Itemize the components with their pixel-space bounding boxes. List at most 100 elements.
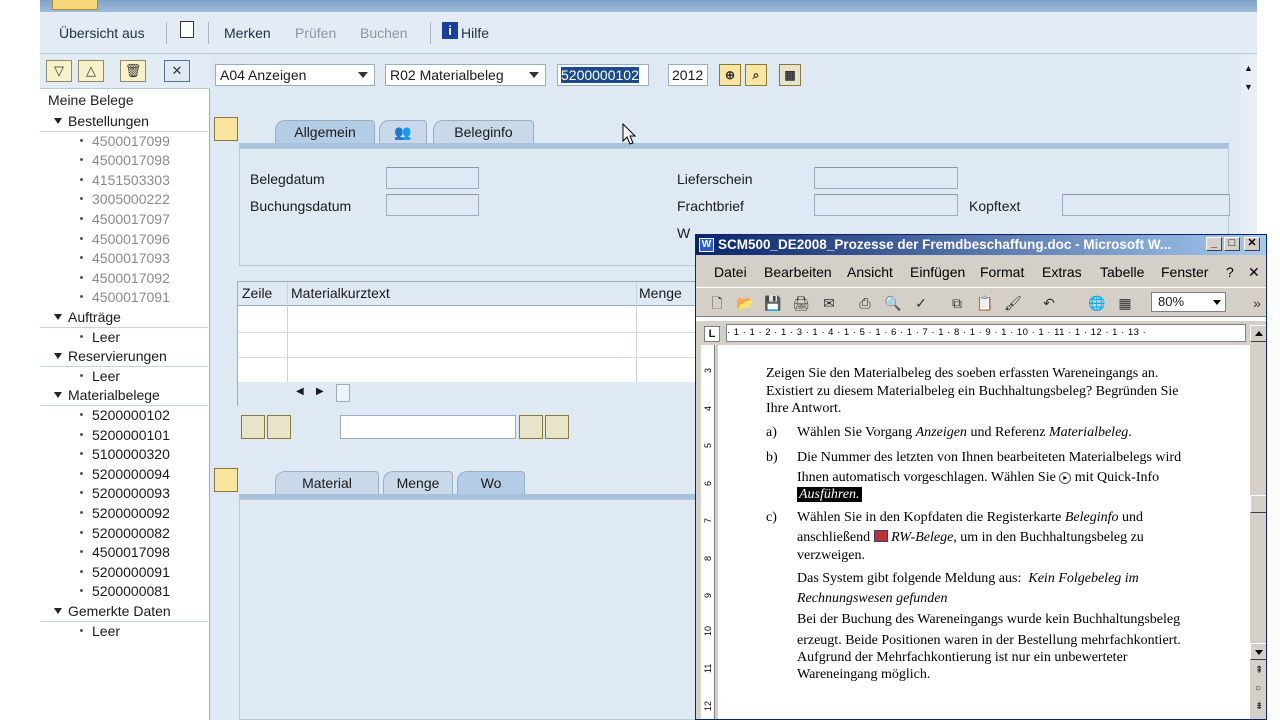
help-info-icon[interactable]: i [442, 22, 458, 39]
previous-page-icon[interactable]: ⇞ [1255, 665, 1263, 676]
tree-group-4[interactable]: Gemerkte Daten [40, 602, 208, 622]
tab-menge[interactable]: Menge [383, 471, 453, 495]
new-document-icon[interactable] [180, 21, 194, 38]
menu-einfuegen[interactable]: Einfügen [910, 264, 965, 280]
undo-icon[interactable]: ↶ [1040, 294, 1058, 312]
open-icon[interactable]: 📂 [736, 294, 754, 312]
next-page-icon[interactable]: ⇟ [1255, 701, 1263, 712]
search-binoculars-icon[interactable]: ⌕ [745, 64, 767, 86]
scroll-left-icon[interactable]: ◀ [296, 386, 304, 397]
scroll-thumb[interactable] [336, 384, 350, 402]
menu-bearbeiten[interactable]: Bearbeiten [764, 264, 832, 280]
close-icon[interactable]: ✕ [1244, 237, 1260, 251]
table-icon[interactable]: ▦ [1116, 294, 1134, 312]
tab-partner[interactable]: 👥 [379, 120, 427, 144]
tree-group-2[interactable]: Reservierungen [40, 347, 208, 367]
list-item[interactable]: 5200000093 [40, 484, 208, 504]
list-item[interactable]: 5200000092 [40, 504, 208, 524]
expand-arrow-icon[interactable] [54, 118, 62, 124]
collapse-all-icon[interactable]: △ [78, 60, 104, 82]
list-item[interactable]: Leer [40, 367, 208, 387]
menu-help[interactable]: ? [1226, 264, 1234, 280]
tab-beleginfo[interactable]: Beleginfo [433, 120, 534, 144]
expand-arrow-icon[interactable] [54, 353, 62, 360]
pruefen-button[interactable]: Prüfen [295, 23, 336, 43]
column-header-menge[interactable]: Menge [639, 285, 682, 301]
expand-arrow-icon[interactable] [54, 608, 62, 614]
menu-ansicht[interactable]: Ansicht [847, 264, 893, 280]
expand-all-icon[interactable]: ▽ [46, 60, 72, 82]
hyperlink-icon[interactable]: 🌐 [1088, 294, 1106, 312]
spelling-icon[interactable]: ✓ [912, 294, 930, 312]
find-next-icon[interactable] [545, 415, 569, 439]
list-item[interactable]: 5200000081 [40, 582, 208, 602]
word-title-bar[interactable]: W SCM500_DE2008_Prozesse der Fremdbescha… [696, 235, 1266, 255]
print-preview-icon[interactable]: 🔍 [884, 294, 902, 312]
word-vertical-scrollbar[interactable]: ⇞ ○ ⇟ [1250, 321, 1266, 719]
list-item[interactable]: 3005000222 [40, 190, 208, 210]
tab-material[interactable]: Material [275, 471, 379, 495]
browse-object-icon[interactable]: ○ [1255, 683, 1261, 694]
mail-icon[interactable]: ✉ [820, 294, 838, 312]
detail-toggle-icon[interactable] [214, 468, 238, 492]
lieferschein-field[interactable] [814, 167, 958, 189]
menu-extras[interactable]: Extras [1042, 264, 1082, 280]
toolbar-options-icon[interactable]: » [1248, 294, 1266, 312]
buchungsdatum-field[interactable] [386, 194, 479, 216]
table-row[interactable] [238, 332, 738, 333]
list-item[interactable]: Leer [40, 328, 208, 348]
tree-group-1[interactable]: Aufträge [40, 308, 208, 328]
scroll-thumb[interactable] [1250, 495, 1266, 513]
list-item[interactable]: 4500017091 [40, 288, 208, 308]
kopftext-field[interactable] [1062, 194, 1230, 216]
list-item[interactable]: 4500017093 [40, 249, 208, 269]
print-icon[interactable]: ⎙ [856, 294, 874, 312]
belegdatum-field[interactable] [386, 167, 479, 189]
paste-icon[interactable]: 📋 [976, 294, 994, 312]
list-item[interactable]: 4500017092 [40, 269, 208, 289]
scroll-up-icon[interactable] [1250, 325, 1266, 342]
year-input[interactable]: 2012 [668, 64, 708, 86]
delete-icon[interactable]: 🗑 [120, 60, 146, 82]
hilfe-button[interactable]: Hilfe [461, 23, 489, 43]
ruler-scale[interactable]: · 1 · 1 · 2 · 1 · 3 · 1 · 4 · 1 · 5 · 1 … [726, 324, 1246, 342]
expand-arrow-icon[interactable] [54, 314, 62, 320]
save-icon[interactable]: 💾 [764, 294, 782, 312]
list-item[interactable]: 4151503303 [40, 171, 208, 191]
execute-icon[interactable]: ⊕ [719, 64, 741, 86]
document-number-input[interactable]: 5200000102 [557, 64, 649, 86]
frachtbrief-field[interactable] [814, 194, 958, 216]
filter-icon[interactable] [267, 415, 291, 439]
zoom-select[interactable]: 80% [1151, 292, 1226, 312]
list-item[interactable]: 5100000320 [40, 445, 208, 465]
minimize-icon[interactable]: _ [1206, 237, 1222, 251]
document-page[interactable]: Zeigen Sie den Materialbeleg des soeben … [718, 345, 1250, 719]
table-row[interactable] [238, 357, 738, 358]
list-item[interactable]: 5200000082 [40, 524, 208, 544]
scroll-down-icon[interactable] [1250, 643, 1266, 660]
header-toggle-icon[interactable] [214, 117, 238, 141]
permission-icon[interactable]: 🖨 [792, 294, 810, 312]
find-icon[interactable] [519, 415, 543, 439]
document-close-icon[interactable]: ✕ [1248, 264, 1260, 281]
column-header-zeile[interactable]: Zeile [242, 285, 272, 301]
reference-select[interactable]: R02 Materialbeleg [385, 64, 546, 86]
scroll-down-icon[interactable]: ▼ [1244, 82, 1253, 92]
scroll-right-icon[interactable]: ▶ [316, 386, 324, 397]
list-item[interactable]: 5200000102 [40, 406, 208, 426]
copy-icon[interactable]: ⧉ [948, 294, 966, 312]
list-item[interactable]: 4500017097 [40, 210, 208, 230]
action-select[interactable]: A04 Anzeigen [215, 64, 375, 86]
list-item[interactable]: Leer [40, 622, 208, 642]
list-item[interactable]: 4500017098 [40, 543, 208, 563]
list-item[interactable]: 4500017096 [40, 230, 208, 250]
menu-tabelle[interactable]: Tabelle [1100, 264, 1144, 280]
layout-grid-icon[interactable]: ▦ [779, 64, 801, 86]
column-header-materialkurztext[interactable]: Materialkurztext [291, 285, 390, 301]
maximize-icon[interactable]: □ [1224, 237, 1240, 251]
list-item[interactable]: 4500017099 [40, 132, 208, 152]
tree-group-3[interactable]: Materialbelege [40, 386, 208, 406]
menu-format[interactable]: Format [980, 264, 1024, 280]
grid-search-input[interactable] [340, 415, 516, 439]
list-item[interactable]: 5200000091 [40, 563, 208, 583]
